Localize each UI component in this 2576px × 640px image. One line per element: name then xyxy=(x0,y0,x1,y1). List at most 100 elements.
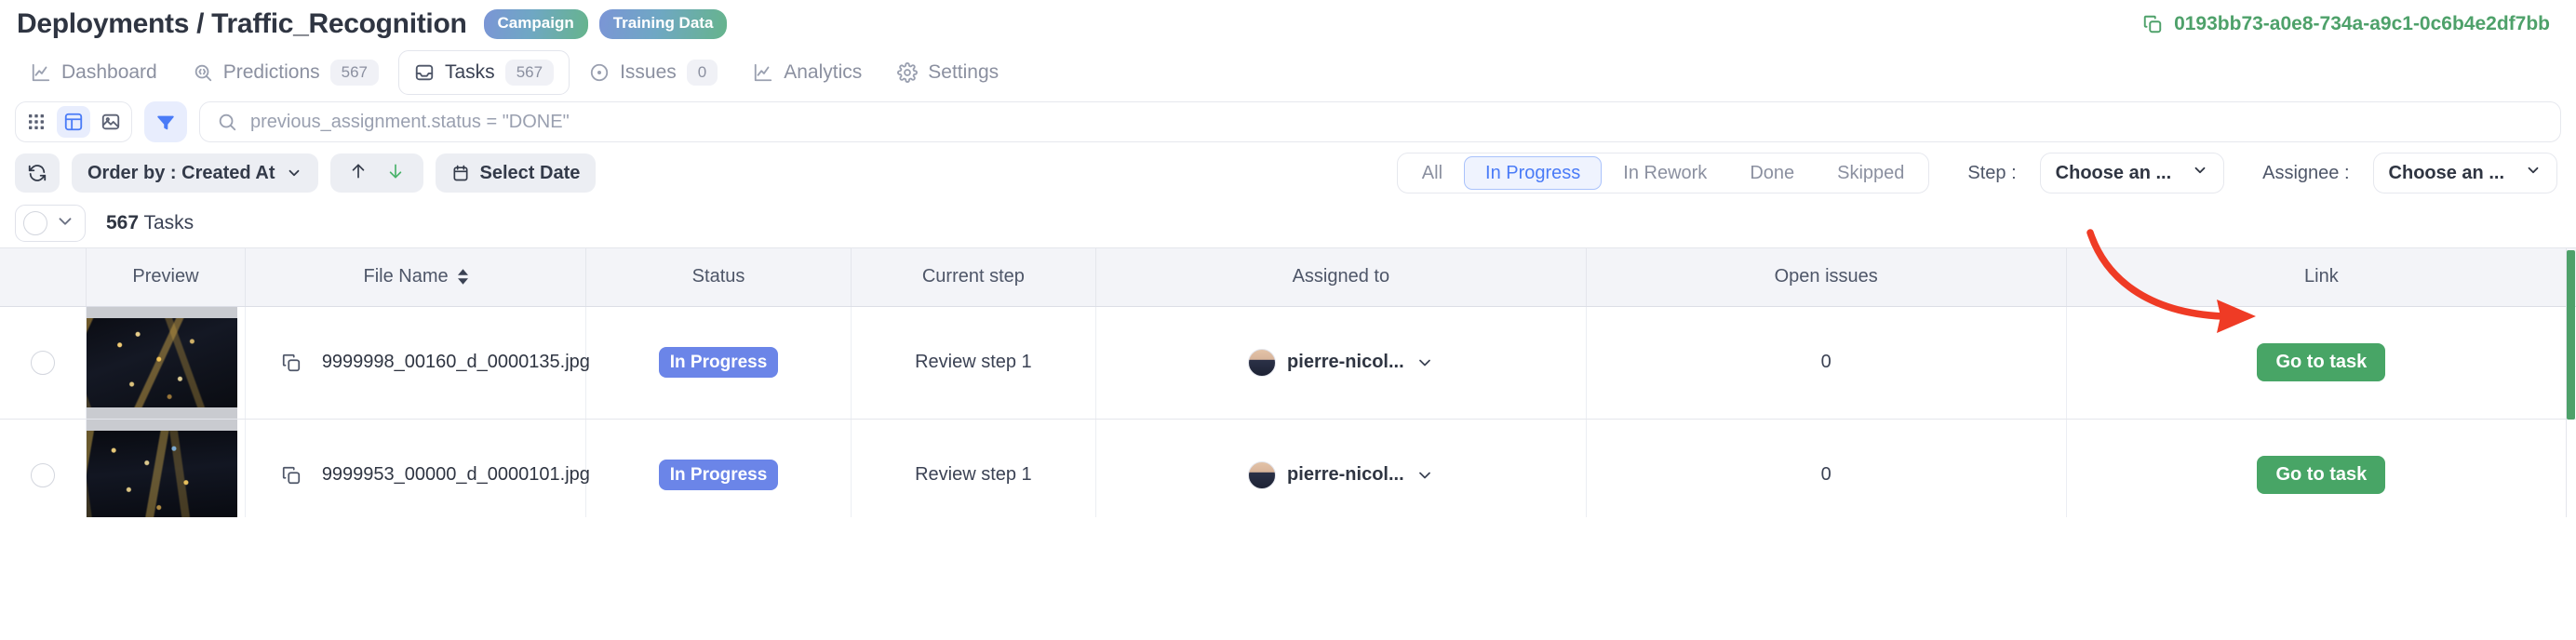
tab-count: 0 xyxy=(686,59,718,87)
circle-checkbox-icon[interactable] xyxy=(23,211,47,235)
refresh-icon[interactable] xyxy=(15,153,60,193)
table-row[interactable]: 9999953_00000_d_0000101.jpg In Progress … xyxy=(0,419,2576,517)
row-preview-cell[interactable] xyxy=(86,306,246,420)
badge-training-data: Training Data xyxy=(598,9,728,39)
search-box[interactable] xyxy=(199,101,2561,142)
badge-campaign: Campaign xyxy=(483,9,588,39)
target-search-icon xyxy=(193,62,213,83)
row-assigned-to-cell[interactable]: pierre-nicol... xyxy=(1095,306,1587,420)
column-header-file-name[interactable]: File Name xyxy=(245,248,587,307)
deployment-id[interactable]: 0193bb73-a0e8-734a-a9c1-0c6b4e2df7bb xyxy=(2142,13,2550,35)
column-header-file-name-label: File Name xyxy=(363,266,449,287)
tasks-table: Preview File Name Status Current step As… xyxy=(0,248,2576,517)
file-name-text: 9999998_00160_d_0000135.jpg xyxy=(321,352,590,372)
row-checkbox-cell[interactable] xyxy=(0,419,87,517)
arrow-down-icon[interactable] xyxy=(386,161,405,185)
select-date-button[interactable]: Select Date xyxy=(435,153,597,193)
chevron-down-icon xyxy=(2525,162,2542,184)
row-status-cell: In Progress xyxy=(585,306,852,420)
breadcrumb: Deployments / Traffic_Recognition xyxy=(17,8,467,39)
search-toolbar xyxy=(0,97,2576,147)
step-label: Step : xyxy=(1967,162,2017,183)
file-name-text: 9999953_00000_d_0000101.jpg xyxy=(321,464,590,485)
inbox-icon xyxy=(414,62,435,83)
search-input[interactable] xyxy=(250,111,2543,133)
status-badge: In Progress xyxy=(658,346,779,379)
preview-thumbnail[interactable] xyxy=(87,419,238,517)
row-checkbox-icon[interactable] xyxy=(31,350,56,375)
chevron-down-icon[interactable] xyxy=(1415,466,1434,485)
tab-tasks[interactable]: Tasks 567 xyxy=(398,49,570,96)
chevron-down-icon xyxy=(286,165,302,181)
assignee-value: Choose an ... xyxy=(2388,162,2504,183)
chevron-down-icon xyxy=(2192,162,2208,184)
segment-done[interactable]: Done xyxy=(1728,156,1816,190)
table-body: 9999998_00160_d_0000135.jpg In Progress … xyxy=(0,306,2576,517)
arrow-up-icon[interactable] xyxy=(349,161,368,185)
chevron-down-icon[interactable] xyxy=(1415,353,1434,372)
tab-label: Dashboard xyxy=(61,61,157,83)
row-preview-cell[interactable] xyxy=(86,419,246,517)
chevron-down-icon[interactable] xyxy=(55,211,75,236)
column-header-assigned-to: Assigned to xyxy=(1095,248,1587,307)
row-file-name-cell: 9999998_00160_d_0000135.jpg xyxy=(245,306,590,420)
select-date-label: Select Date xyxy=(479,162,581,183)
sort-toggle-icon[interactable] xyxy=(457,269,468,285)
tab-label: Analytics xyxy=(784,61,863,83)
tab-dashboard[interactable]: Dashboard xyxy=(15,52,173,93)
sort-direction-group[interactable] xyxy=(329,153,423,193)
vertical-scrollbar[interactable] xyxy=(2566,248,2576,517)
copy-icon[interactable] xyxy=(281,465,302,486)
row-file-name-cell: 9999953_00000_d_0000101.jpg xyxy=(245,419,590,517)
task-count-number: 567 xyxy=(106,212,140,233)
segment-in-progress[interactable]: In Progress xyxy=(1464,156,1603,190)
row-status-cell: In Progress xyxy=(585,419,852,517)
tab-count: 567 xyxy=(504,59,555,87)
image-view-icon[interactable] xyxy=(94,106,127,138)
column-header-link: Link xyxy=(2066,248,2576,307)
preview-thumbnail[interactable] xyxy=(87,306,238,419)
tab-label: Settings xyxy=(928,61,1000,83)
assignee-name: pierre-nicol... xyxy=(1287,464,1404,485)
step-value: Choose an ... xyxy=(2055,162,2172,183)
assignee-dropdown[interactable]: Choose an ... xyxy=(2372,153,2557,193)
segment-all[interactable]: All xyxy=(1401,156,1464,190)
copy-icon[interactable] xyxy=(281,353,302,373)
column-header-current-step: Current step xyxy=(851,248,1097,307)
row-assigned-to-cell[interactable]: pierre-nicol... xyxy=(1095,419,1587,517)
row-current-step-cell: Review step 1 xyxy=(851,419,1097,517)
row-checkbox-icon[interactable] xyxy=(31,462,56,487)
segment-skipped[interactable]: Skipped xyxy=(1816,156,1925,190)
row-link-cell: Go to task xyxy=(2066,419,2576,517)
column-header-check xyxy=(0,248,87,307)
tab-predictions[interactable]: Predictions 567 xyxy=(177,50,395,95)
row-checkbox-cell[interactable] xyxy=(0,306,87,420)
tab-analytics[interactable]: Analytics xyxy=(737,52,878,93)
avatar xyxy=(1248,348,1277,377)
segment-in-rework[interactable]: In Rework xyxy=(1602,156,1728,190)
tab-label: Predictions xyxy=(222,60,320,83)
deployment-id-text: 0193bb73-a0e8-734a-a9c1-0c6b4e2df7bb xyxy=(2174,13,2550,34)
chart-line-icon xyxy=(753,62,773,83)
tab-count: 567 xyxy=(329,59,379,87)
row-link-cell: Go to task xyxy=(2066,306,2576,420)
table-row[interactable]: 9999998_00160_d_0000135.jpg In Progress … xyxy=(0,306,2576,420)
table-view-icon[interactable] xyxy=(57,106,90,138)
grid-view-icon[interactable] xyxy=(20,106,53,138)
tab-issues[interactable]: Issues 0 xyxy=(573,50,733,95)
copy-icon[interactable] xyxy=(2142,14,2163,34)
column-header-open-issues: Open issues xyxy=(1586,248,2067,307)
filter-icon[interactable] xyxy=(144,101,187,142)
go-to-task-button[interactable]: Go to task xyxy=(2257,456,2386,494)
table-header-row: Preview File Name Status Current step As… xyxy=(0,248,2576,307)
tab-settings[interactable]: Settings xyxy=(881,52,1014,93)
badge-group: Campaign Training Data xyxy=(483,9,728,39)
step-dropdown[interactable]: Choose an ... xyxy=(2039,153,2225,193)
scrollbar-thumb[interactable] xyxy=(2567,250,2575,420)
go-to-task-button[interactable]: Go to task xyxy=(2257,343,2386,381)
column-header-preview: Preview xyxy=(86,248,246,307)
task-count-suffix: Tasks xyxy=(139,212,195,233)
task-count-label: 567 Tasks xyxy=(106,212,194,234)
select-all-control[interactable] xyxy=(15,205,86,242)
order-by-dropdown[interactable]: Order by : Created At xyxy=(72,153,318,193)
